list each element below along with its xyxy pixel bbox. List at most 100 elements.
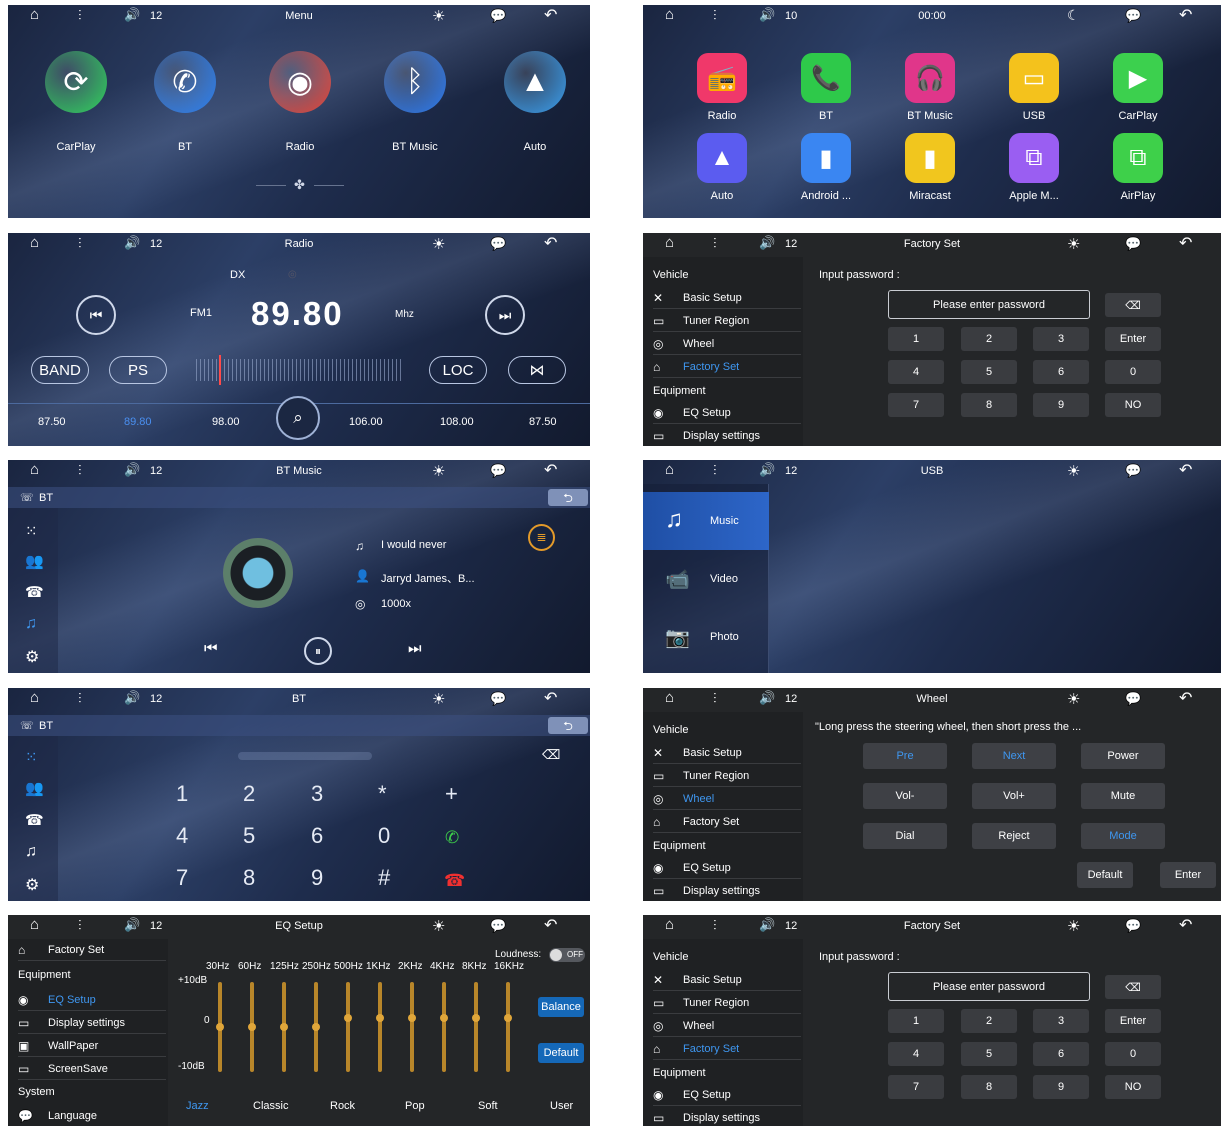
night-mode-icon[interactable]: ☾: [1067, 7, 1080, 24]
backspace-icon[interactable]: ⌫: [542, 747, 560, 763]
enter-button[interactable]: Enter: [1160, 862, 1216, 888]
prev-station-button[interactable]: ⏮: [76, 295, 116, 335]
tab-video-label[interactable]: Video: [710, 573, 738, 585]
message-icon[interactable]: 💬: [1125, 236, 1141, 252]
dial-key[interactable]: 2: [243, 781, 255, 807]
sidebar-item-display-settings[interactable]: ▭ Display settings: [653, 1107, 801, 1126]
sidebar-item-factory-set[interactable]: ⌂ Factory Set: [653, 356, 801, 378]
music-icon[interactable]: ♫: [25, 615, 37, 633]
sidebar-item-eq-setup[interactable]: ◉ EQ Setup: [653, 402, 801, 424]
pin-key[interactable]: 2: [961, 327, 1017, 351]
app-icon[interactable]: ⧉: [1113, 133, 1163, 183]
enter-button[interactable]: Enter: [1105, 327, 1161, 351]
wheel-function-button[interactable]: Mute: [1081, 783, 1165, 809]
brightness-icon[interactable]: ☀: [1067, 462, 1080, 480]
dial-key[interactable]: #: [378, 865, 390, 891]
ps-button[interactable]: PS: [109, 356, 167, 384]
contacts-icon[interactable]: 👥: [25, 552, 44, 570]
app-icon[interactable]: ▶: [1113, 53, 1163, 103]
eq-slider-knob[interactable]: [248, 1023, 256, 1031]
app-icon[interactable]: 📻: [697, 53, 747, 103]
back-icon[interactable]: ↶: [1179, 460, 1192, 480]
brightness-icon[interactable]: ☀: [432, 917, 445, 935]
next-track-icon[interactable]: ⏭: [408, 640, 422, 657]
enter-button[interactable]: Enter: [1105, 1009, 1161, 1033]
dial-key[interactable]: 3: [311, 781, 323, 807]
message-icon[interactable]: 💬: [490, 918, 506, 934]
dial-key[interactable]: 6: [311, 823, 323, 849]
pin-key[interactable]: 0: [1105, 360, 1161, 384]
app-icon[interactable]: ▮: [801, 133, 851, 183]
back-icon[interactable]: ↶: [544, 5, 557, 25]
dial-key[interactable]: 8: [243, 865, 255, 891]
pin-key[interactable]: 1: [888, 1009, 944, 1033]
eq-icon[interactable]: ≣: [528, 524, 555, 551]
eq-slider-knob[interactable]: [408, 1014, 416, 1022]
wheel-function-button[interactable]: Power: [1081, 743, 1165, 769]
tab-photo-label[interactable]: Photo: [710, 631, 739, 643]
dial-key[interactable]: 0: [378, 823, 390, 849]
dial-key[interactable]: +: [445, 781, 458, 807]
menu-item[interactable]: ▲ Auto: [490, 51, 580, 153]
eq-slider-knob[interactable]: [344, 1014, 352, 1022]
pin-key[interactable]: 2: [961, 1009, 1017, 1033]
pin-key[interactable]: 5: [961, 360, 1017, 384]
pin-key[interactable]: 4: [888, 1042, 944, 1066]
eq-preset-button[interactable]: Soft: [478, 1100, 498, 1112]
preset-frequency[interactable]: 108.00: [440, 416, 474, 428]
eq-preset-button[interactable]: Classic: [253, 1100, 288, 1112]
brightness-icon[interactable]: ☀: [1067, 235, 1080, 253]
no-button[interactable]: NO: [1105, 393, 1161, 417]
call-icon[interactable]: ✆: [445, 828, 459, 848]
app-icon[interactable]: ▲: [697, 133, 747, 183]
message-icon[interactable]: 💬: [490, 691, 506, 707]
return-button[interactable]: ⮌: [548, 489, 588, 506]
message-icon[interactable]: 💬: [1125, 8, 1141, 24]
brightness-icon[interactable]: ☀: [1067, 917, 1080, 935]
wheel-function-button[interactable]: Mode: [1081, 823, 1165, 849]
pin-key[interactable]: 6: [1033, 1042, 1089, 1066]
pin-key[interactable]: 0: [1105, 1042, 1161, 1066]
pin-key[interactable]: 3: [1033, 1009, 1089, 1033]
next-station-button[interactable]: ⏭: [485, 295, 525, 335]
eq-slider-knob[interactable]: [440, 1014, 448, 1022]
sidebar-item-language[interactable]: 💬 Language: [18, 1105, 166, 1126]
eq-preset-button[interactable]: User: [550, 1100, 573, 1112]
sidebar-item-wheel[interactable]: ◎ Wheel: [653, 1015, 801, 1037]
message-icon[interactable]: 💬: [490, 8, 506, 24]
call-log-icon[interactable]: ☎: [25, 811, 44, 829]
band-button[interactable]: BAND: [31, 356, 89, 384]
eq-slider-track[interactable]: [506, 982, 510, 1072]
brightness-icon[interactable]: ☀: [432, 235, 445, 253]
pin-key[interactable]: 7: [888, 1075, 944, 1099]
hangup-icon[interactable]: ☎: [444, 871, 465, 891]
menu-item[interactable]: ᛒ BT Music: [370, 51, 460, 153]
sidebar-item-display[interactable]: ▭ Display settings: [18, 1012, 166, 1034]
back-icon[interactable]: ↶: [544, 915, 557, 935]
menu-item[interactable]: ✆ BT: [140, 51, 230, 153]
eq-slider-knob[interactable]: [280, 1023, 288, 1031]
pin-key[interactable]: 5: [961, 1042, 1017, 1066]
eq-slider-knob[interactable]: [472, 1014, 480, 1022]
preset-frequency[interactable]: 87.50: [529, 416, 557, 428]
photo-icon[interactable]: 📷: [665, 625, 690, 650]
pause-button[interactable]: ⏸: [304, 637, 332, 665]
eq-slider-knob[interactable]: [376, 1014, 384, 1022]
pin-key[interactable]: 6: [1033, 360, 1089, 384]
message-icon[interactable]: 💬: [1125, 918, 1141, 934]
dial-key[interactable]: 9: [311, 865, 323, 891]
eq-slider-track[interactable]: [442, 982, 446, 1072]
app-icon[interactable]: 🎧: [905, 53, 955, 103]
eq-preset-button[interactable]: Pop: [405, 1100, 425, 1112]
sidebar-item-basic-setup[interactable]: ✕ Basic Setup: [653, 287, 801, 309]
back-icon[interactable]: ↶: [1179, 688, 1192, 708]
pin-key[interactable]: 8: [961, 1075, 1017, 1099]
back-icon[interactable]: ↶: [544, 688, 557, 708]
settings-icon[interactable]: ⚙: [25, 647, 39, 667]
previous-track-icon[interactable]: ⏮: [204, 640, 218, 657]
wheel-function-button[interactable]: Vol+: [972, 783, 1056, 809]
sidebar-item-factory-set[interactable]: ⌂ Factory Set: [653, 1038, 801, 1060]
call-log-icon[interactable]: ☎: [25, 583, 44, 601]
app-icon[interactable]: ⧉: [1009, 133, 1059, 183]
back-icon[interactable]: ↶: [1179, 233, 1192, 253]
